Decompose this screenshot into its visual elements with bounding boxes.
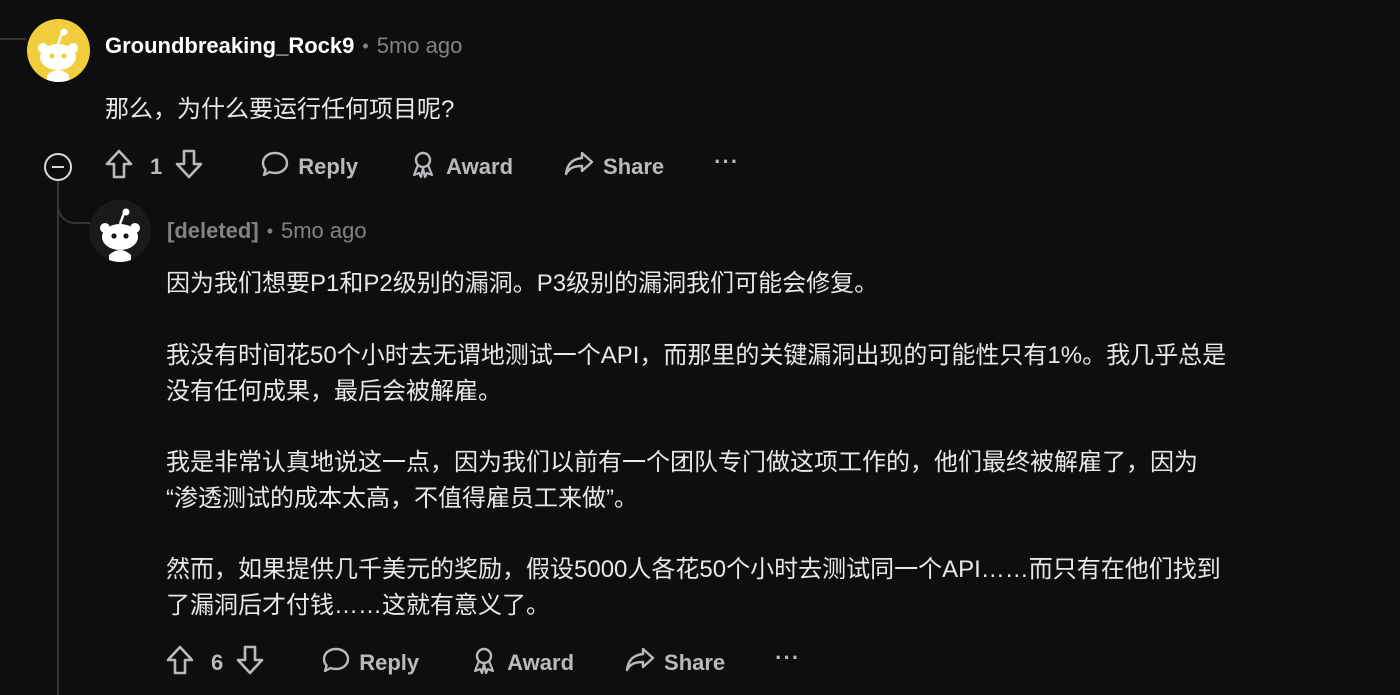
upvote-icon[interactable] [104, 148, 134, 186]
paragraph-line: 因为我们想要P1和P2级别的漏洞。P3级别的漏洞我们可能会修复。 [166, 270, 879, 297]
username[interactable]: Groundbreaking_Rock9 [105, 33, 354, 59]
comment-actions: 1 Reply Award Share ··· [104, 147, 739, 187]
share-label: Share [664, 650, 726, 675]
comment-actions: 6 Reply Award Share ··· [165, 643, 800, 683]
paragraph-line: 我是非常认真地说这一点，因为我们以前有一个团队专门做这项工作的，他们最终被解雇了… [166, 449, 1198, 476]
paragraph-line: “渗透测试的成本太高，不值得雇员工来做”。 [166, 485, 638, 512]
downvote-icon[interactable] [235, 644, 265, 682]
award-button[interactable]: Award [408, 149, 513, 185]
comment-meta: [deleted] • 5mo ago [167, 218, 367, 244]
award-label: Award [507, 650, 575, 675]
separator: • [362, 35, 369, 56]
share-icon [563, 149, 595, 185]
comment-paragraph: 我是非常认真地说这一点，因为我们以前有一个团队专门做这项工作的，他们最终被解雇了… [166, 445, 1198, 517]
timestamp[interactable]: 5mo ago [377, 33, 463, 59]
vote-control: 6 [165, 644, 265, 682]
vote-control: 1 [104, 148, 204, 186]
timestamp[interactable]: 5mo ago [281, 218, 367, 244]
comment-thread: Groundbreaking_Rock9 • 5mo ago 那么，为什么要运行… [0, 0, 1400, 695]
comment-paragraph: 因为我们想要P1和P2级别的漏洞。P3级别的漏洞我们可能会修复。 [166, 266, 878, 302]
avatar[interactable] [27, 19, 90, 82]
reply-icon [321, 645, 351, 681]
more-options-button[interactable]: ··· [714, 149, 739, 175]
award-button[interactable]: Award [469, 645, 574, 681]
thread-branch-line [57, 180, 91, 224]
avatar-deleted [89, 200, 151, 262]
snoo-avatar-icon [100, 208, 140, 262]
collapse-thread-button[interactable] [44, 153, 72, 181]
paragraph-line: 了漏洞后才付钱……这就有意义了。 [166, 592, 550, 619]
downvote-icon[interactable] [174, 148, 204, 186]
username: [deleted] [167, 218, 259, 243]
paragraph-line: 然而，如果提供几千美元的奖励，假设5000人各花50个小时去测试同一个API……… [166, 556, 1221, 583]
share-icon [624, 645, 656, 681]
share-button[interactable]: Share [563, 149, 664, 185]
thread-line[interactable] [57, 180, 59, 695]
comment-body: 那么，为什么要运行任何项目呢? [105, 96, 455, 123]
comment-meta: Groundbreaking_Rock9 • 5mo ago [105, 33, 462, 59]
comment-paragraph: 我没有时间花50个小时去无谓地测试一个API，而那里的关键漏洞出现的可能性只有1… [166, 338, 1226, 410]
paragraph-line: 我没有时间花50个小时去无谓地测试一个API，而那里的关键漏洞出现的可能性只有1… [166, 342, 1227, 369]
paragraph-line: 没有任何成果，最后会被解雇。 [166, 378, 502, 405]
reply-label: Reply [359, 650, 420, 675]
separator: • [266, 220, 273, 241]
upvote-icon[interactable] [165, 644, 195, 682]
vote-count: 6 [211, 650, 224, 675]
vote-count: 1 [150, 154, 163, 179]
share-button[interactable]: Share [624, 645, 725, 681]
award-icon [408, 149, 438, 185]
share-label: Share [603, 154, 665, 179]
award-label: Award [446, 154, 514, 179]
comment-paragraph: 然而，如果提供几千美元的奖励，假设5000人各花50个小时去测试同一个API……… [166, 552, 1221, 624]
reply-icon [260, 149, 290, 185]
reply-button[interactable]: Reply [260, 149, 358, 185]
more-options-button[interactable]: ··· [775, 645, 800, 671]
snoo-avatar-icon [38, 28, 78, 82]
reply-label: Reply [298, 154, 359, 179]
award-icon [469, 645, 499, 681]
parent-thread-line [0, 38, 26, 40]
reply-button[interactable]: Reply [321, 645, 419, 681]
